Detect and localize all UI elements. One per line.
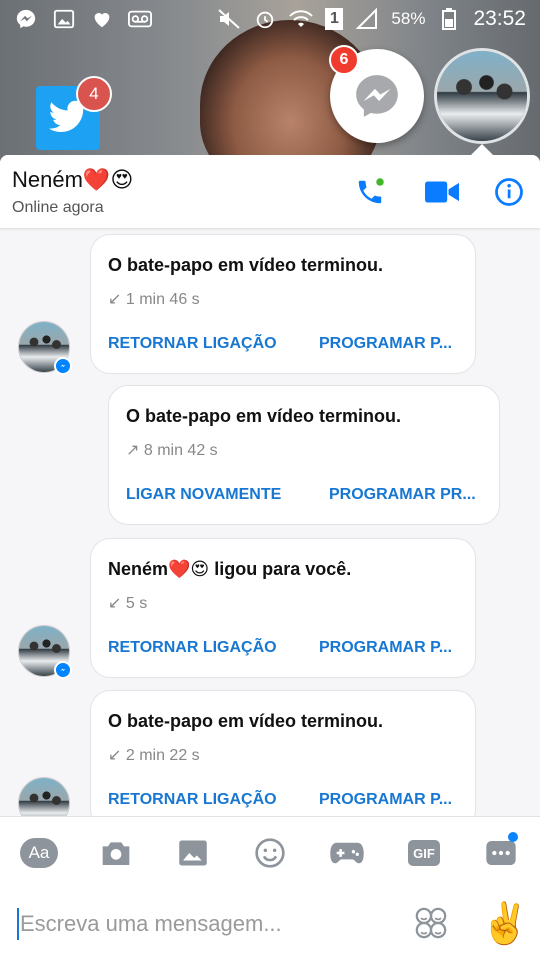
stickers-icon xyxy=(415,907,447,939)
signal-icon xyxy=(355,7,379,31)
call-back-button[interactable]: RETORNAR LIGAÇÃO xyxy=(108,791,277,809)
clock: 23:52 xyxy=(473,7,526,30)
sticker-button[interactable] xyxy=(414,906,450,942)
call-duration-text: 5 s xyxy=(125,595,148,612)
call-log-bubble: O bate-papo em vídeo terminou. ↗ 8 min 4… xyxy=(108,385,500,525)
messenger-notification-icon xyxy=(14,7,38,31)
info-button[interactable] xyxy=(490,173,528,211)
incoming-call-icon: ↙ xyxy=(108,291,122,308)
voicemail-icon xyxy=(128,7,152,31)
conversation-header: Neném❤️😍 Online agora xyxy=(0,155,540,229)
games-button[interactable] xyxy=(327,835,367,871)
call-log-title: O bate-papo em vídeo terminou. xyxy=(126,406,402,426)
gallery-button[interactable] xyxy=(173,835,213,871)
smiley-icon xyxy=(255,838,285,868)
heart-icon xyxy=(90,7,114,31)
sim-icon: 1 xyxy=(325,8,344,30)
schedule-call-button[interactable]: PROGRAMAR P... xyxy=(319,791,452,809)
contact-name[interactable]: Neném❤️😍 xyxy=(12,167,133,193)
more-icon xyxy=(486,841,516,865)
voice-call-button[interactable] xyxy=(351,173,389,211)
call-again-button[interactable]: LIGAR NOVAMENTE xyxy=(126,486,281,504)
call-log-title: O bate-papo em vídeo terminou. xyxy=(108,255,384,275)
call-duration: ↙ 2 min 22 s xyxy=(108,745,200,765)
call-log-bubble: Neném❤️😍 ligou para você. ↙ 5 s RETORNAR… xyxy=(90,538,476,678)
call-duration: ↙ 1 min 46 s xyxy=(108,289,200,309)
gif-label: GIF xyxy=(408,840,440,866)
schedule-call-button[interactable]: PROGRAMAR P... xyxy=(319,639,452,657)
messenger-unread-badge: 6 xyxy=(329,45,359,75)
call-log-title: Neném❤️😍 ligou para você. xyxy=(108,559,352,579)
new-feature-dot xyxy=(508,832,518,842)
call-back-button[interactable]: RETORNAR LIGAÇÃO xyxy=(108,335,277,353)
call-back-button[interactable]: RETORNAR LIGAÇÃO xyxy=(108,639,277,657)
camera-button[interactable] xyxy=(96,835,136,871)
call-duration: ↙ 5 s xyxy=(108,593,147,613)
camera-icon xyxy=(102,842,130,865)
call-duration-text: 8 min 42 s xyxy=(143,442,218,459)
battery-percent: 58% xyxy=(391,9,426,28)
image-icon xyxy=(179,840,207,866)
messenger-badge-icon xyxy=(54,661,72,679)
call-duration-text: 1 min 46 s xyxy=(125,291,200,308)
status-bar: 1 58% 23:52 xyxy=(0,0,540,38)
emoji-button[interactable] xyxy=(250,835,290,871)
outgoing-call-icon: ↗ xyxy=(126,442,140,459)
gif-button[interactable]: GIF xyxy=(404,835,444,871)
alarm-icon xyxy=(253,7,277,31)
contact-chat-head[interactable] xyxy=(434,48,530,144)
call-duration-text: 2 min 22 s xyxy=(125,747,200,764)
call-log-title: O bate-papo em vídeo terminou. xyxy=(108,711,384,731)
call-log-bubble: O bate-papo em vídeo terminou. ↙ 2 min 2… xyxy=(90,690,476,830)
quick-emoji-button[interactable]: ✌️ xyxy=(480,898,530,950)
aa-label: Aa xyxy=(20,838,58,868)
text-format-button[interactable]: Aa xyxy=(19,835,59,871)
messenger-badge-icon xyxy=(54,357,72,375)
mute-icon xyxy=(217,7,241,31)
gallery-icon xyxy=(52,7,76,31)
gamepad-icon xyxy=(330,842,364,864)
incoming-call-icon: ↙ xyxy=(108,747,122,764)
text-caret xyxy=(17,908,19,940)
twitter-notification-badge: 4 xyxy=(76,76,112,112)
video-call-button[interactable] xyxy=(423,173,461,211)
wifi-icon xyxy=(289,7,314,31)
message-input[interactable] xyxy=(20,906,400,942)
schedule-call-button[interactable]: PROGRAMAR PR... xyxy=(329,486,476,504)
schedule-call-button[interactable]: PROGRAMAR P... xyxy=(319,335,452,353)
incoming-call-icon: ↙ xyxy=(108,595,122,612)
call-duration: ↗ 8 min 42 s xyxy=(126,440,218,460)
contact-avatar-image xyxy=(437,51,527,141)
contact-status: Online agora xyxy=(12,199,104,216)
call-log-bubble: O bate-papo em vídeo terminou. ↙ 1 min 4… xyxy=(90,234,476,374)
battery-icon xyxy=(437,7,461,31)
